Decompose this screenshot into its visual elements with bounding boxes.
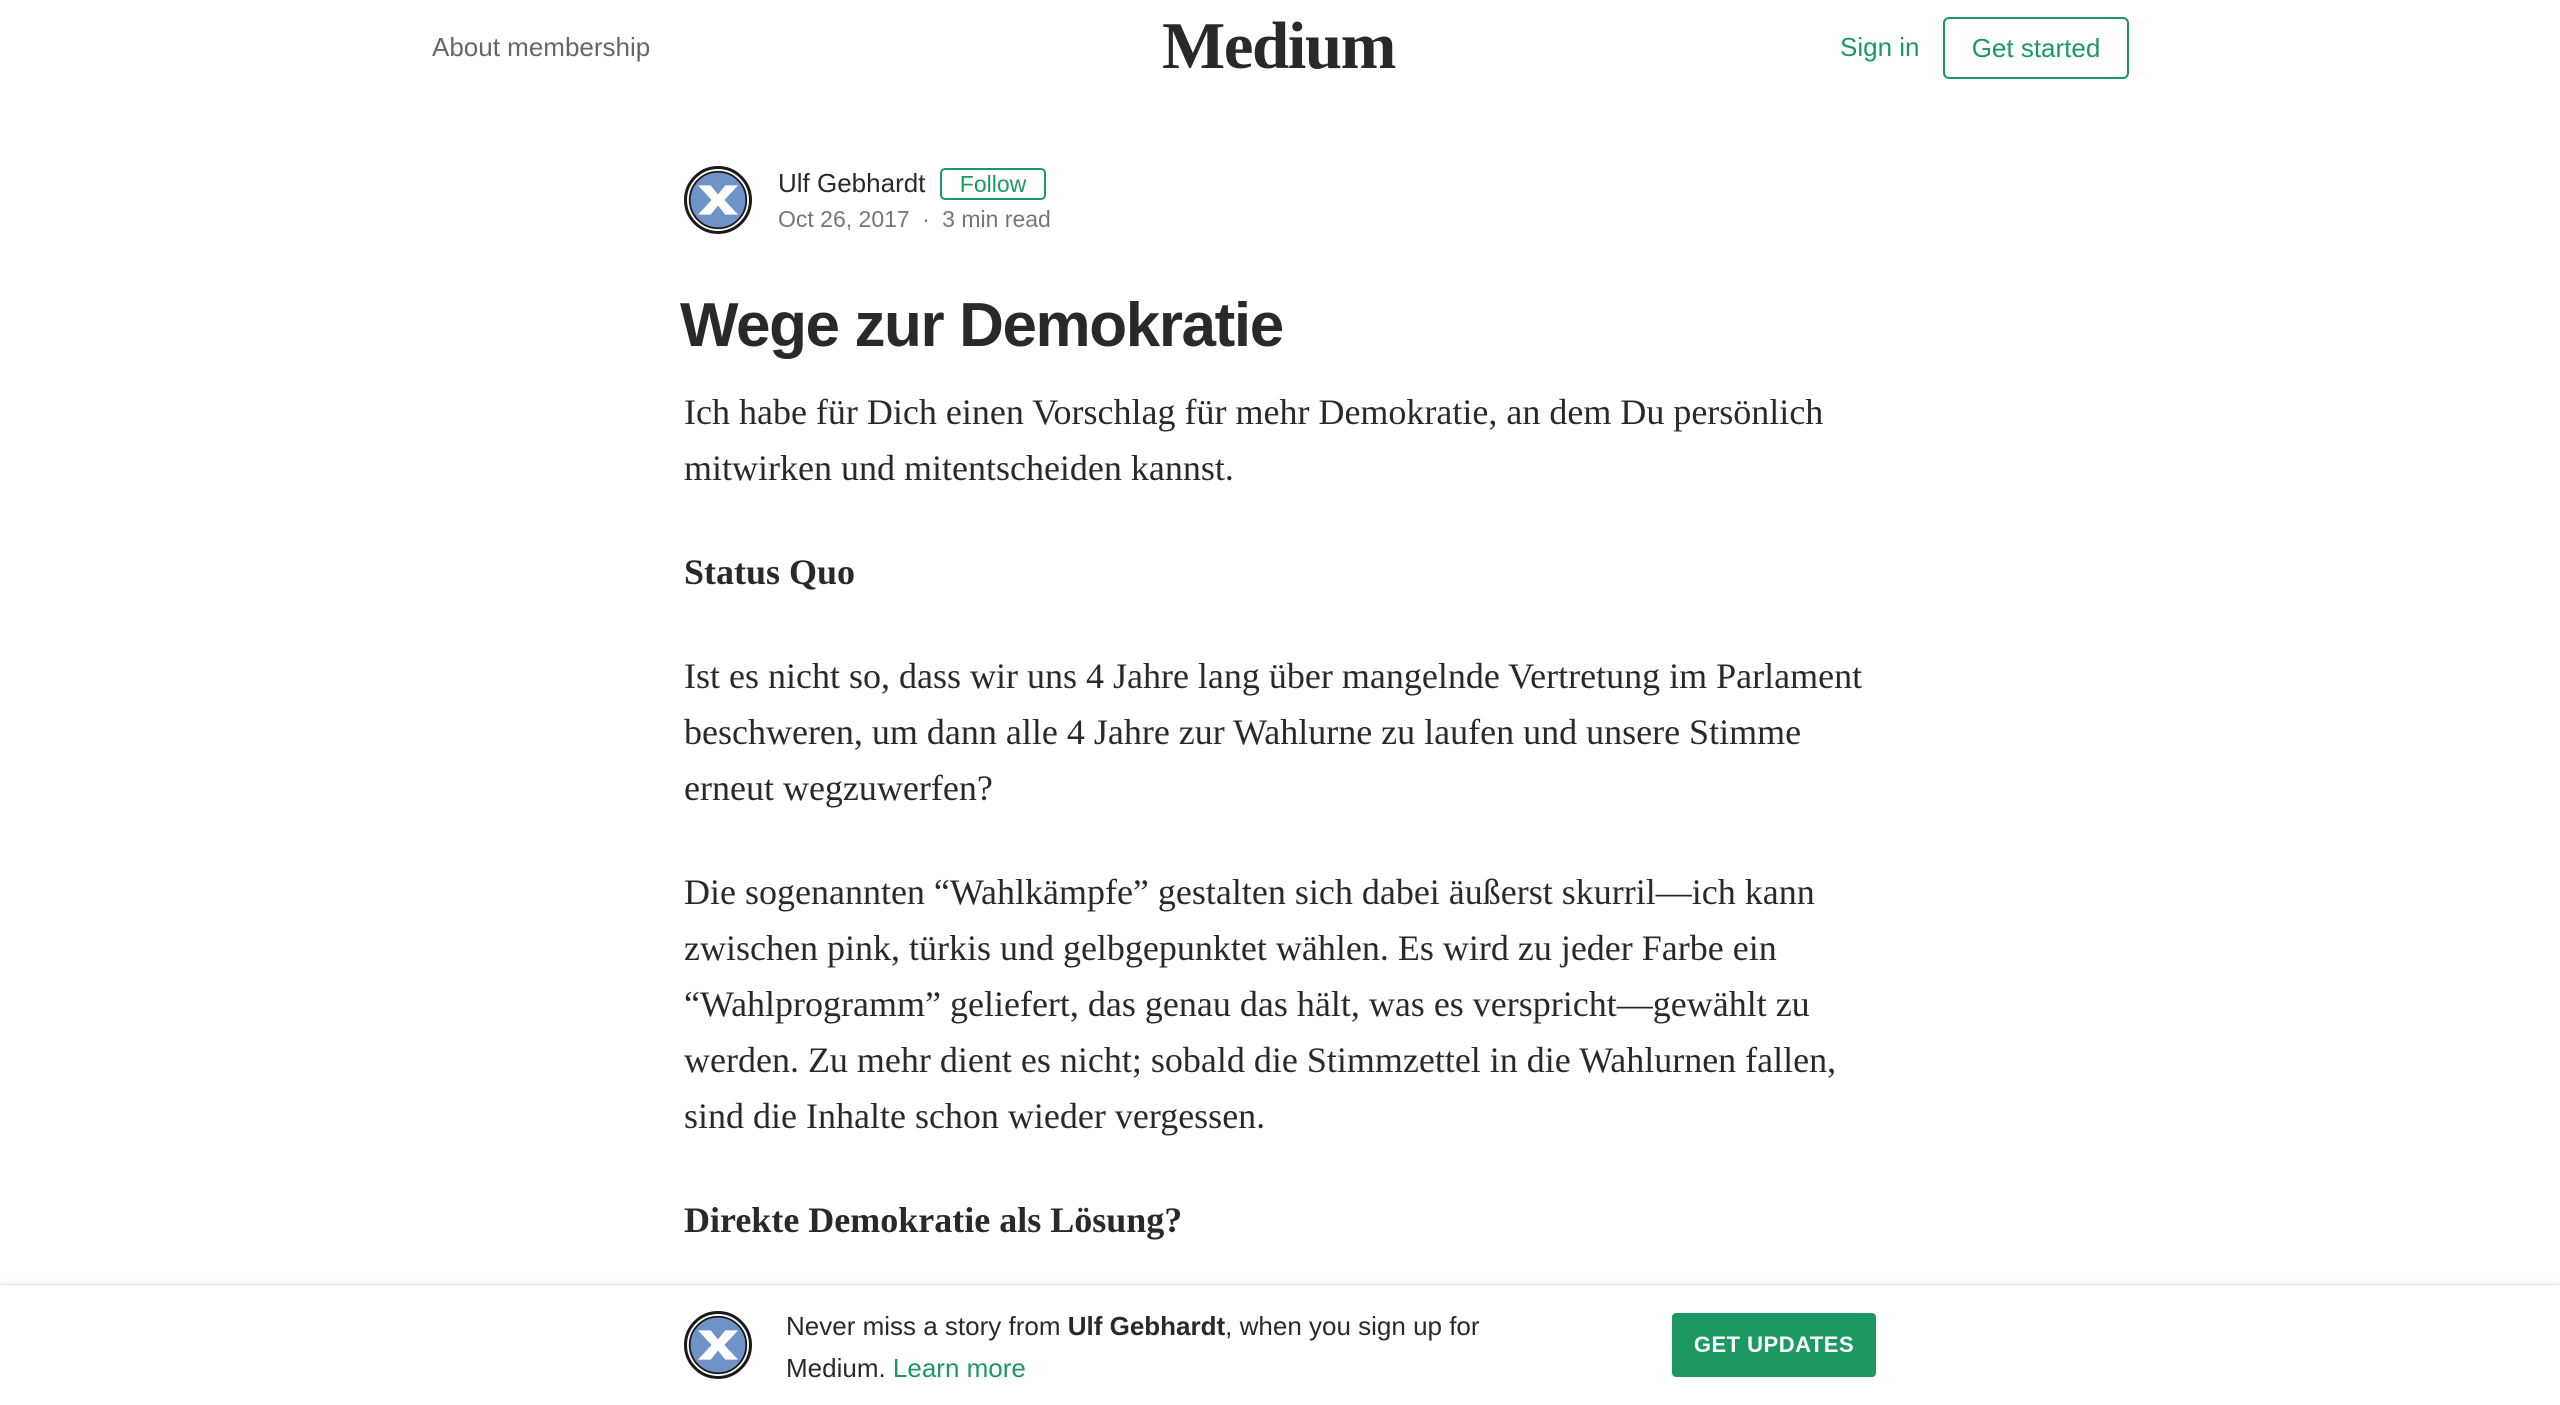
read-time: 3 min read bbox=[942, 206, 1051, 232]
medium-logo[interactable]: Medium bbox=[1162, 8, 1396, 85]
learn-more-link[interactable]: Learn more bbox=[893, 1353, 1026, 1383]
follow-button[interactable]: Follow bbox=[940, 168, 1046, 200]
article-intro: Ich habe für Dich einen Vorschlag für me… bbox=[684, 392, 1824, 488]
article-body: Ich habe für Dich einen Vorschlag für me… bbox=[684, 384, 1884, 1296]
get-started-button[interactable]: Get started bbox=[1943, 17, 2129, 79]
author-avatar[interactable] bbox=[684, 166, 752, 234]
meta-separator: · bbox=[922, 206, 930, 232]
avatar-cross-icon bbox=[688, 1315, 748, 1375]
top-navigation: About membership Medium Sign in Get star… bbox=[0, 0, 2560, 100]
article-paragraph: Die sogenannten “Wahlkämpfe” gestalten s… bbox=[684, 872, 1837, 1136]
sign-up-message: Never miss a story from Ulf Gebhardt, wh… bbox=[786, 1305, 1546, 1389]
author-name[interactable]: Ulf Gebhardt bbox=[778, 168, 925, 199]
cta-text-before: Never miss a story from bbox=[786, 1311, 1068, 1341]
section-heading-direkte-demokratie: Direkte Demokratie als Lösung? bbox=[684, 1200, 1183, 1240]
sign-in-link[interactable]: Sign in bbox=[1840, 32, 1920, 63]
article-paragraph: Ist es nicht so, dass wir uns 4 Jahre la… bbox=[684, 656, 1863, 808]
get-updates-button[interactable]: GET UPDATES bbox=[1672, 1313, 1876, 1377]
about-membership-link[interactable]: About membership bbox=[432, 32, 650, 63]
post-meta: Oct 26, 2017 · 3 min read bbox=[778, 206, 1051, 233]
avatar-cross-icon bbox=[688, 170, 748, 230]
article-title: Wege zur Demokratie bbox=[680, 291, 1284, 360]
post-date[interactable]: Oct 26, 2017 bbox=[778, 206, 910, 232]
section-heading-status-quo: Status Quo bbox=[684, 552, 856, 592]
sign-up-banner: Never miss a story from Ulf Gebhardt, wh… bbox=[0, 1284, 2560, 1405]
cta-author-name: Ulf Gebhardt bbox=[1067, 1311, 1226, 1341]
author-avatar[interactable] bbox=[684, 1311, 752, 1379]
